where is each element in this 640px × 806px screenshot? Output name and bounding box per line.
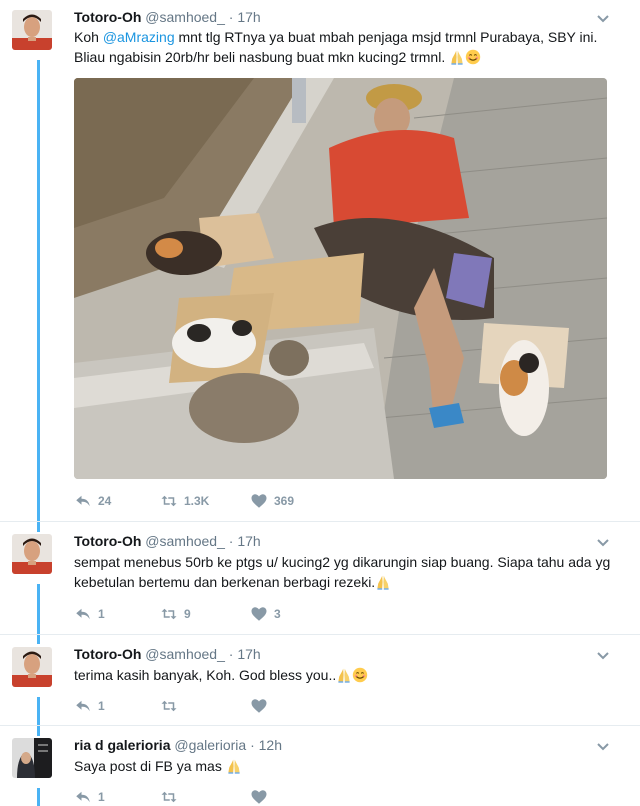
thread-line xyxy=(37,522,40,532)
tweet-1[interactable]: Totoro-Oh @samhoed_ · 17h Koh @aMrazing … xyxy=(0,0,640,521)
tweet-text-start: Koh xyxy=(74,29,103,45)
tweet-header: ria d galerioria @galerioria · 12h xyxy=(74,737,282,753)
reply-count: 1 xyxy=(98,790,105,804)
avatar[interactable] xyxy=(12,738,52,778)
timestamp[interactable]: 17h xyxy=(237,533,260,549)
user-name[interactable]: Totoro-Oh xyxy=(74,9,141,25)
tweet-header: Totoro-Oh @samhoed_ · 17h xyxy=(74,9,261,25)
reply-icon xyxy=(74,697,92,715)
thread-line xyxy=(37,726,40,736)
user-name[interactable]: Totoro-Oh xyxy=(74,646,141,662)
heart-icon xyxy=(250,788,268,806)
reply-button[interactable]: 1 xyxy=(74,697,105,715)
retweet-icon xyxy=(160,492,178,510)
avatar-image xyxy=(12,738,52,778)
chevron-down-icon[interactable] xyxy=(596,649,610,663)
retweet-button[interactable]: 9 xyxy=(160,605,191,623)
tweet-text: Koh @aMrazing mnt tlg RTnya ya buat mbah… xyxy=(74,27,619,67)
retweet-icon xyxy=(160,697,178,715)
tweet-text-body: sempat menebus 50rb ke ptgs u/ kucing2 y… xyxy=(74,554,611,590)
smiling-face-icon xyxy=(465,49,481,65)
avatar[interactable] xyxy=(12,10,52,50)
smiling-face-icon xyxy=(352,667,368,683)
user-name[interactable]: Totoro-Oh xyxy=(74,533,141,549)
tweet-4[interactable]: ria d galerioria @galerioria · 12h Saya … xyxy=(0,726,640,806)
reply-button[interactable]: 1 xyxy=(74,605,105,623)
user-handle[interactable]: @samhoed_ xyxy=(145,533,225,549)
reply-button[interactable]: 1 xyxy=(74,788,105,806)
retweet-button[interactable] xyxy=(160,697,178,715)
mention-link[interactable]: @aMrazing xyxy=(103,29,175,45)
reply-icon xyxy=(74,788,92,806)
separator: · xyxy=(228,533,234,549)
chevron-down-icon[interactable] xyxy=(596,12,610,26)
thread-line xyxy=(37,60,40,521)
avatar[interactable] xyxy=(12,534,52,574)
tweet-text: sempat menebus 50rb ke ptgs u/ kucing2 y… xyxy=(74,552,619,592)
tweet-header: Totoro-Oh @samhoed_ · 17h xyxy=(74,533,261,549)
separator: · xyxy=(228,646,234,662)
retweet-button[interactable]: 1.3K xyxy=(160,492,209,510)
avatar[interactable] xyxy=(12,647,52,687)
user-handle[interactable]: @samhoed_ xyxy=(145,9,225,25)
folded-hands-icon xyxy=(336,667,352,683)
like-button[interactable]: 3 xyxy=(250,605,281,623)
user-handle[interactable]: @galerioria xyxy=(174,737,246,753)
tweet-header: Totoro-Oh @samhoed_ · 17h xyxy=(74,646,261,662)
photo-woman-feeding-cats xyxy=(74,78,607,479)
separator: · xyxy=(228,9,234,25)
folded-hands-icon xyxy=(375,574,391,590)
like-button[interactable] xyxy=(250,788,268,806)
reply-icon xyxy=(74,492,92,510)
user-handle[interactable]: @samhoed_ xyxy=(145,646,225,662)
retweet-count: 1.3K xyxy=(184,494,210,508)
folded-hands-icon xyxy=(449,49,465,65)
heart-icon xyxy=(250,605,268,623)
reply-count: 1 xyxy=(98,607,105,621)
tweet-2[interactable]: Totoro-Oh @samhoed_ · 17h sempat menebus… xyxy=(0,522,640,634)
reply-icon xyxy=(74,605,92,623)
heart-icon xyxy=(250,697,268,715)
retweet-icon xyxy=(160,605,178,623)
separator: · xyxy=(250,737,255,753)
retweet-button[interactable] xyxy=(160,788,178,806)
reply-button[interactable]: 24 xyxy=(74,492,111,510)
like-count: 369 xyxy=(274,494,295,508)
tweet-text-body: Saya post di FB ya mas xyxy=(74,758,222,774)
like-count: 3 xyxy=(274,607,281,621)
thread-line xyxy=(37,697,40,725)
timestamp[interactable]: 17h xyxy=(237,9,260,25)
timestamp[interactable]: 12h xyxy=(259,737,282,753)
like-button[interactable] xyxy=(250,697,268,715)
tweet-text-body: terima kasih banyak, Koh. God bless you.… xyxy=(74,667,337,683)
chevron-down-icon[interactable] xyxy=(596,740,610,754)
tweet-text: Saya post di FB ya mas xyxy=(74,756,619,776)
thread-line xyxy=(37,635,40,644)
chevron-down-icon[interactable] xyxy=(596,536,610,550)
timestamp[interactable]: 17h xyxy=(237,646,260,662)
reply-count: 1 xyxy=(98,699,105,713)
folded-hands-icon xyxy=(226,758,242,774)
thread-line xyxy=(37,584,40,634)
user-name[interactable]: ria d galerioria xyxy=(74,737,170,753)
retweet-icon xyxy=(160,788,178,806)
like-button[interactable]: 369 xyxy=(250,492,294,510)
tweet-3[interactable]: Totoro-Oh @samhoed_ · 17h terima kasih b… xyxy=(0,635,640,725)
retweet-count: 9 xyxy=(184,607,191,621)
tweet-photo[interactable] xyxy=(74,78,607,479)
tweet-text: terima kasih banyak, Koh. God bless you.… xyxy=(74,665,619,685)
thread-line xyxy=(37,788,40,806)
heart-icon xyxy=(250,492,268,510)
reply-count: 24 xyxy=(98,494,112,508)
